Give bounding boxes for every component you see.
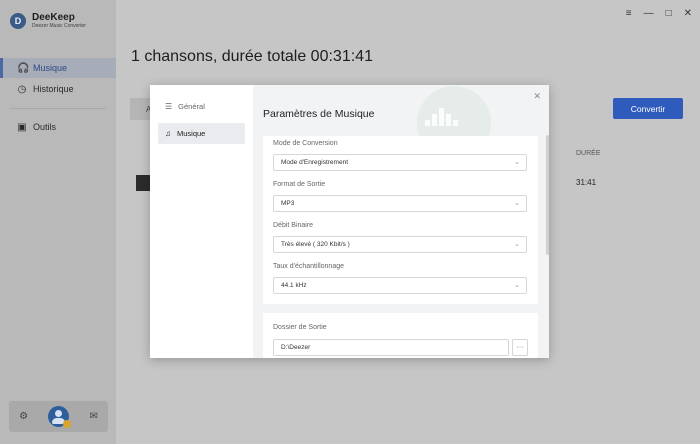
conversion-mode-select[interactable]: Mode d'Enregistrement ⌄ [273,154,527,171]
sidebar: D DeeKeep Deezer Music Converter 🎧 Musiq… [0,0,116,444]
tab-label: Musique [177,129,206,138]
bitrate-label: Débit Binaire [273,222,314,229]
maximize-icon[interactable]: □ [666,8,672,19]
conversion-mode-value: Mode d'Enregistrement [281,159,348,166]
tab-general[interactable]: ☰ Général [158,96,245,117]
settings-content: Paramètres de Musique ✕ Mode de Conversi… [253,85,549,358]
sidebar-item-musique[interactable]: 🎧 Musique [0,58,116,78]
output-folder-label: Dossier de Sortie [273,324,327,331]
output-folder-input[interactable]: D:\Deezer [273,339,509,356]
sidebar-item-historique[interactable]: ◷ Historique [0,79,116,99]
mail-icon[interactable]: ✉ [89,411,97,422]
sidebar-divider [10,108,106,109]
page-title: 1 chansons, durée totale 00:31:41 [131,48,373,65]
format-settings-card: Mode de Conversion Mode d'Enregistrement… [263,136,538,304]
chevron-down-icon: ⌄ [514,282,520,289]
toolbox-icon: ▣ [17,121,27,133]
minimize-icon[interactable]: — [644,8,654,19]
convert-button[interactable]: Convertir [613,98,683,119]
sidebar-item-label: Musique [33,63,68,73]
output-format-select[interactable]: MP3 ⌄ [273,195,527,212]
sidebar-bottom-bar: ⚙ ✉ [9,401,108,432]
sample-rate-select[interactable]: 44.1 kHz ⌄ [273,277,527,294]
browse-folder-button[interactable]: ··· [512,339,528,356]
equalizer-icon [425,108,458,126]
sidebar-item-label: Historique [33,84,74,94]
chevron-down-icon: ⌄ [514,241,520,248]
settings-modal: ☰ Général ♫ Musique Paramètres de Musiqu… [150,85,549,358]
music-note-icon: ♫ [165,129,171,138]
close-icon[interactable]: ✕ [684,8,692,19]
app-subtitle: Deezer Music Converter [32,23,86,29]
duration-column-header: DURÉE [576,150,601,157]
sidebar-item-label: Outils [33,122,57,132]
sample-rate-label: Taux d'échantillonnage [273,263,345,270]
settings-sidebar: ☰ Général ♫ Musique [150,85,253,358]
output-format-label: Format de Sortie [273,181,326,188]
window-controls: ≡ — □ ✕ [626,8,692,19]
output-format-value: MP3 [281,200,295,207]
brand: D DeeKeep Deezer Music Converter [10,12,86,30]
app-logo: D [10,13,26,29]
tab-musique[interactable]: ♫ Musique [158,123,245,144]
headphones-icon: 🎧 [17,62,30,74]
chevron-down-icon: ⌄ [514,200,520,207]
sidebar-item-outils[interactable]: ▣ Outils [0,117,116,137]
avatar[interactable] [48,406,72,428]
track-duration: 31:41 [576,178,597,187]
modal-title: Paramètres de Musique [263,108,375,120]
status-dot [63,420,72,428]
tab-label: Général [178,102,205,111]
clock-icon: ◷ [17,83,27,95]
sample-rate-value: 44.1 kHz [281,282,307,289]
conversion-mode-label: Mode de Conversion [273,140,338,147]
app-name: DeeKeep [32,12,75,23]
bitrate-value: Très élevé ( 320 Kbit/s ) [281,241,350,248]
bitrate-select[interactable]: Très élevé ( 320 Kbit/s ) ⌄ [273,236,527,253]
gear-icon[interactable]: ⚙ [19,411,28,422]
menu-icon[interactable]: ≡ [626,8,632,19]
scrollbar-thumb[interactable] [546,135,549,255]
chevron-down-icon: ⌄ [514,159,520,166]
output-folder-card: Dossier de Sortie D:\Deezer ··· [263,313,538,358]
close-icon[interactable]: ✕ [533,91,541,102]
sliders-icon: ☰ [165,102,173,111]
